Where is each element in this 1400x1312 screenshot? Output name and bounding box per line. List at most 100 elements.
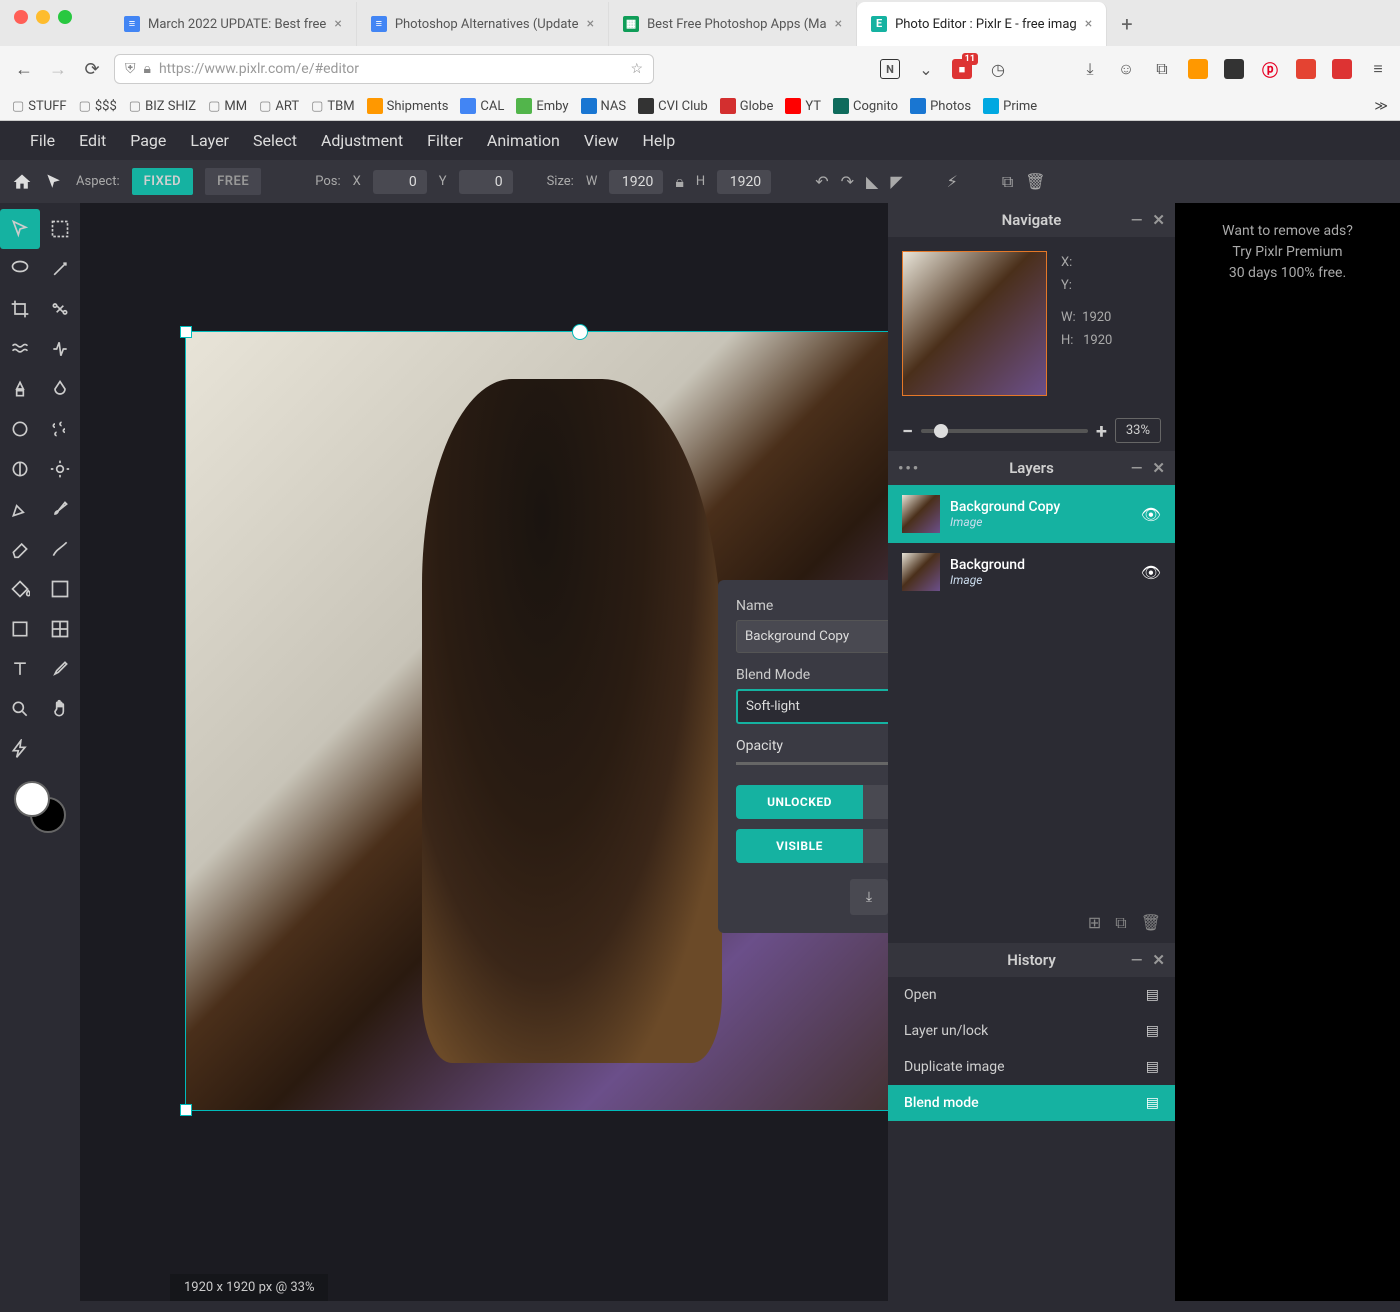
bookmarks-overflow[interactable]: ≫ xyxy=(1374,99,1388,114)
opacity-slider[interactable] xyxy=(736,762,888,765)
marquee-tool[interactable] xyxy=(40,209,80,249)
gradient-tool[interactable] xyxy=(40,569,80,609)
align-1-icon[interactable]: ⤓ xyxy=(850,879,888,915)
browser-tab[interactable]: ▦Best Free Photoshop Apps (Ma× xyxy=(609,2,857,46)
menu-help[interactable]: Help xyxy=(642,131,675,150)
menu-icon[interactable]: ≡ xyxy=(1368,59,1388,79)
minimize-layers-icon[interactable]: — xyxy=(1131,459,1143,477)
avatar-icon[interactable]: ☺︎ xyxy=(1116,59,1136,79)
locked-toggle[interactable]: LOCKED xyxy=(863,785,888,819)
menu-filter[interactable]: Filter xyxy=(427,131,463,150)
zoom-in-icon[interactable]: + xyxy=(1096,419,1107,443)
close-history-icon[interactable]: ✕ xyxy=(1152,951,1165,969)
menu-view[interactable]: View xyxy=(584,131,619,150)
forward-button[interactable]: → xyxy=(46,57,70,81)
disperse-tool[interactable] xyxy=(40,409,80,449)
fill-tool[interactable] xyxy=(0,569,40,609)
menu-edit[interactable]: Edit xyxy=(79,131,106,150)
visibility-icon[interactable]: 👁︎ xyxy=(1141,505,1161,524)
arrow-tool[interactable] xyxy=(0,209,40,249)
bookmark-item[interactable]: CAL xyxy=(460,98,504,114)
bolt-icon[interactable]: ⚡︎ xyxy=(947,172,958,191)
tab-close-icon[interactable]: × xyxy=(835,16,842,32)
tab-close-icon[interactable]: × xyxy=(1085,16,1092,32)
eraser-tool[interactable] xyxy=(0,529,40,569)
lasso-tool[interactable] xyxy=(0,249,40,289)
shape-tool[interactable] xyxy=(0,609,40,649)
hand-tool[interactable] xyxy=(40,689,80,729)
ext3-icon[interactable] xyxy=(1224,59,1244,79)
color-picker[interactable] xyxy=(14,781,66,833)
crop-icon[interactable]: ⧉ xyxy=(1152,59,1172,79)
close-panel-icon[interactable]: ✕ xyxy=(1152,211,1165,229)
bookmark-item[interactable]: Shipments xyxy=(367,98,449,114)
home-icon[interactable] xyxy=(12,172,32,192)
pocket-icon[interactable]: ⌄ xyxy=(916,59,936,79)
lock-aspect-icon[interactable]: 🔒︎ xyxy=(675,172,684,192)
menu-animation[interactable]: Animation xyxy=(487,131,560,150)
new-tab-button[interactable]: + xyxy=(1107,2,1146,46)
bookmark-item[interactable]: CVI Club xyxy=(638,98,708,114)
undo-icon[interactable]: ↶ xyxy=(815,172,828,191)
bookmark-item[interactable]: ▢STUFF xyxy=(12,99,67,114)
bookmark-item[interactable]: ▢$$$ xyxy=(79,99,117,114)
bolt-tool[interactable] xyxy=(0,729,40,769)
menu-file[interactable]: File xyxy=(30,131,55,150)
address-bar[interactable]: ⛨ 🔒︎ https://www.pixlr.com/e/#editor ☆ xyxy=(114,54,654,84)
hidden-toggle[interactable]: HIDDEN xyxy=(863,829,888,863)
wand-tool[interactable] xyxy=(40,249,80,289)
blur-tool[interactable] xyxy=(40,369,80,409)
flip-h-icon[interactable]: ◣ xyxy=(866,172,878,191)
bookmark-item[interactable]: Prime xyxy=(983,98,1037,114)
menu-adjustment[interactable]: Adjustment xyxy=(321,131,403,150)
size-w-input[interactable] xyxy=(609,170,663,194)
blend-mode-select[interactable]: Soft-light xyxy=(736,689,888,724)
clock-icon[interactable]: ◷ xyxy=(988,59,1008,79)
crop-tool[interactable] xyxy=(0,289,40,329)
unlocked-toggle[interactable]: UNLOCKED xyxy=(736,785,863,819)
duplicate-icon[interactable]: ⧉ xyxy=(1002,172,1013,192)
notion-icon[interactable]: N xyxy=(880,59,900,79)
todoist-icon[interactable] xyxy=(1296,59,1316,79)
close-layers-icon[interactable]: ✕ xyxy=(1152,459,1165,477)
aspect-free[interactable]: FREE xyxy=(205,168,261,195)
handle-nw[interactable] xyxy=(180,326,192,338)
download-icon[interactable]: ⤓ xyxy=(1080,59,1100,79)
aspect-fixed[interactable]: FIXED xyxy=(132,168,194,195)
canvas-area[interactable]: 1920 x 1920 px @ 33% ✕ Name Blend Mode S… xyxy=(80,203,888,1301)
browser-tab[interactable]: ≡Photoshop Alternatives (Update× xyxy=(357,2,609,46)
pen-tool[interactable] xyxy=(0,489,40,529)
gear-tool[interactable] xyxy=(40,449,80,489)
ext-icon[interactable]: ■11 xyxy=(952,59,972,79)
browser-tab[interactable]: ≡March 2022 UPDATE: Best free× xyxy=(110,2,357,46)
layer-name-input[interactable] xyxy=(736,620,888,653)
menu-select[interactable]: Select xyxy=(253,131,297,150)
layer-item[interactable]: Background CopyImage👁︎ xyxy=(888,485,1175,543)
history-item[interactable]: Open▤ xyxy=(888,977,1175,1013)
bookmark-item[interactable]: ▢TBM xyxy=(311,99,355,114)
zoom-out-icon[interactable]: − xyxy=(902,419,913,443)
size-h-input[interactable] xyxy=(717,170,771,194)
bookmark-item[interactable]: NAS xyxy=(581,98,627,114)
heal-tool[interactable] xyxy=(40,329,80,369)
visible-toggle[interactable]: VISIBLE xyxy=(736,829,863,863)
browser-tab[interactable]: EPhoto Editor : Pixlr E - free imag× xyxy=(857,2,1107,46)
handle-rotate[interactable] xyxy=(572,324,588,340)
pos-x-input[interactable] xyxy=(373,170,427,194)
redo-icon[interactable]: ↷ xyxy=(841,172,854,191)
zoom-tool[interactable] xyxy=(0,689,40,729)
reload-button[interactable]: ⟳ xyxy=(80,57,104,81)
dup-layer-icon[interactable]: ⧉ xyxy=(1115,913,1126,933)
eyedrop-tool[interactable] xyxy=(40,649,80,689)
cursor-icon[interactable] xyxy=(44,172,64,192)
handle-sw[interactable] xyxy=(180,1104,192,1116)
bookmark-item[interactable]: Globe xyxy=(720,98,774,114)
liquify-tool[interactable] xyxy=(0,329,40,369)
menu-layer[interactable]: Layer xyxy=(190,131,229,150)
tab-close-icon[interactable]: × xyxy=(587,16,594,32)
layers-menu-icon[interactable]: ••• xyxy=(898,459,920,477)
pinterest-icon[interactable]: ⓟ xyxy=(1260,59,1280,79)
bookmark-item[interactable]: ▢ART xyxy=(259,99,299,114)
bookmark-item[interactable]: ▢MM xyxy=(208,99,247,114)
ext2-icon[interactable] xyxy=(1188,59,1208,79)
